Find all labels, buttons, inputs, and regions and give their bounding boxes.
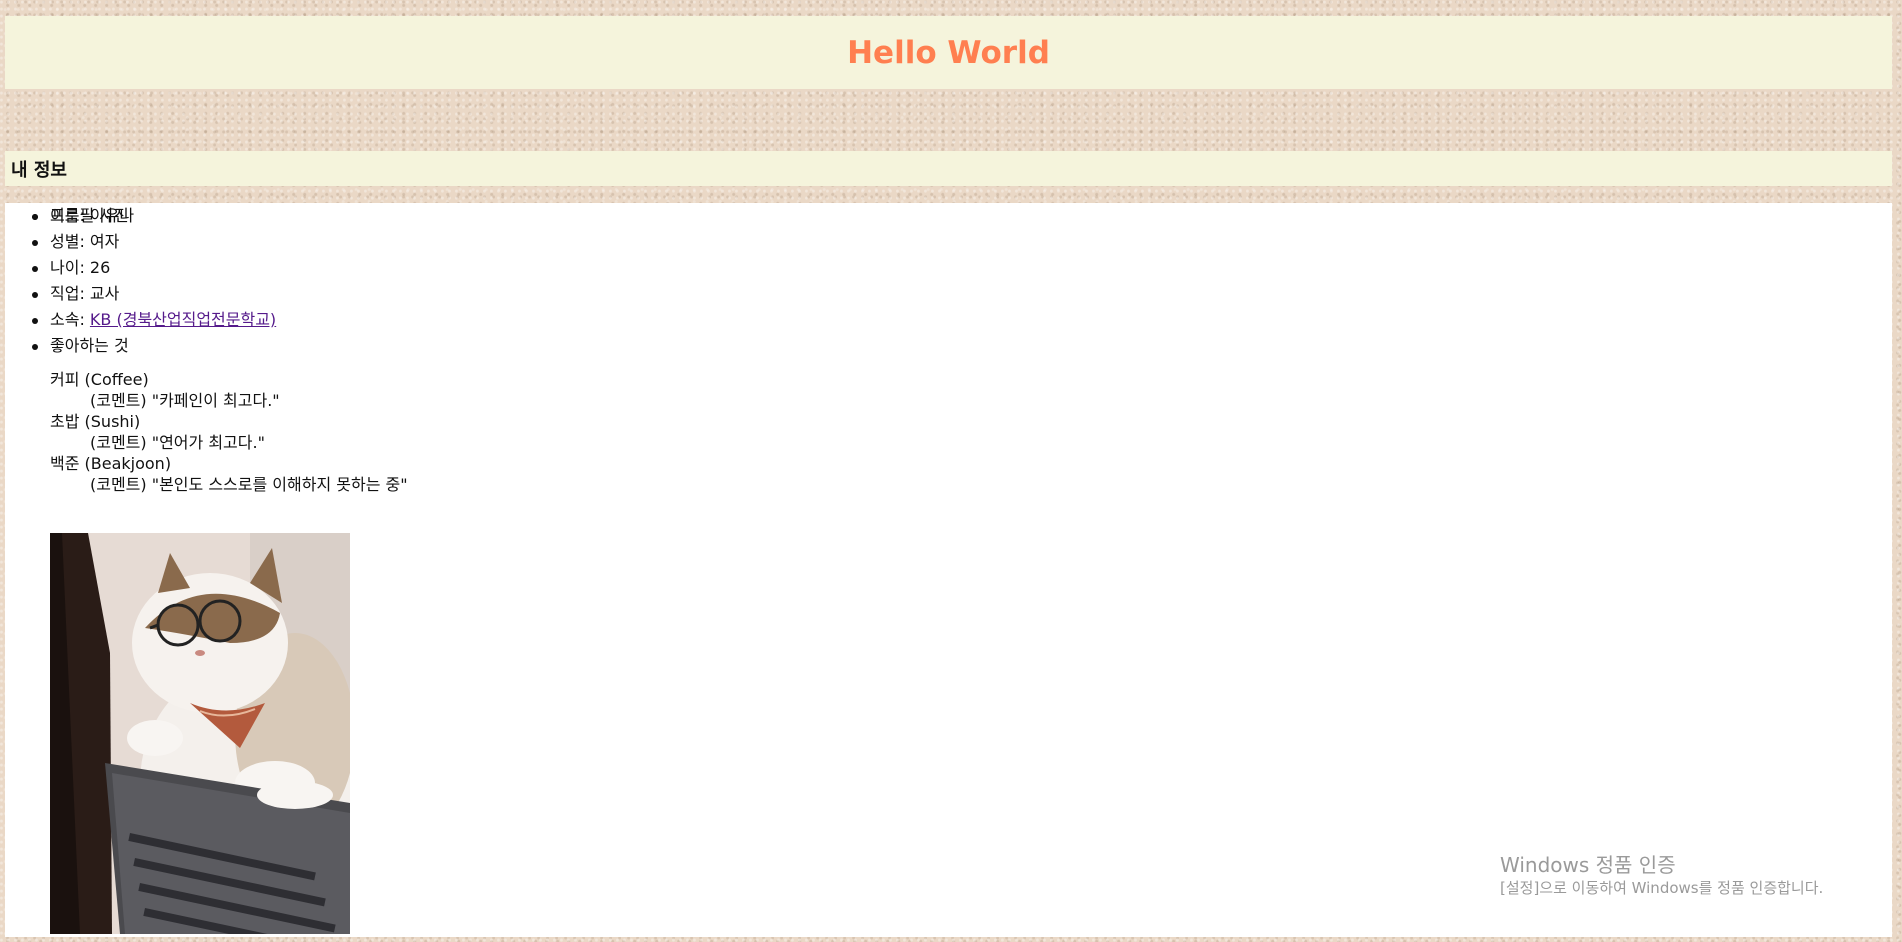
info-profile-photo: 프로필 사진 — [5, 203, 1892, 229]
affiliation-link[interactable]: KB (경북산업직업전문학교) — [90, 310, 276, 329]
info-likes: 좋아하는 것 — [5, 333, 1892, 359]
windows-activation-watermark: Windows 정품 인증 [설정]으로 이동하여 Windows를 정품 인증… — [1500, 852, 1823, 898]
info-panel: 이름: 이유나 성별: 여자 나이: 26 직업: 교사 소속: KB (경북산… — [5, 203, 1892, 937]
page-title: Hello World — [847, 34, 1050, 71]
affiliation-label: 소속: — [50, 310, 90, 329]
cat-with-glasses-at-laptop-image — [50, 533, 350, 934]
section-header: 내 정보 — [5, 151, 1892, 186]
info-gender: 성별: 여자 — [5, 229, 1892, 255]
like-item: 커피 (Coffee) — [50, 370, 149, 389]
info-job: 직업: 교사 — [5, 281, 1892, 307]
like-item: 초밥 (Sushi) — [50, 412, 141, 431]
watermark-title: Windows 정품 인증 — [1500, 853, 1676, 877]
watermark-subtitle: [설정]으로 이동하여 Windows를 정품 인증합니다. — [1500, 879, 1824, 897]
info-age: 나이: 26 — [5, 255, 1892, 281]
page-header: Hello World — [5, 16, 1892, 89]
profile-photo — [50, 533, 350, 934]
section-title: 내 정보 — [11, 159, 67, 181]
profile-list: 프로필 사진 — [5, 203, 1892, 229]
like-comment: (코멘트) "본인도 스스로를 이해하지 못하는 중" — [90, 475, 408, 494]
like-comment: (코멘트) "카페인이 최고다." — [90, 391, 280, 410]
likes-list: 커피 (Coffee) (코멘트) "카페인이 최고다." 초밥 (Sushi)… — [50, 369, 408, 495]
like-item: 백준 (Beakjoon) — [50, 454, 172, 473]
like-comment: (코멘트) "연어가 최고다." — [90, 433, 265, 452]
info-affiliation: 소속: KB (경북산업직업전문학교) — [5, 307, 1892, 333]
